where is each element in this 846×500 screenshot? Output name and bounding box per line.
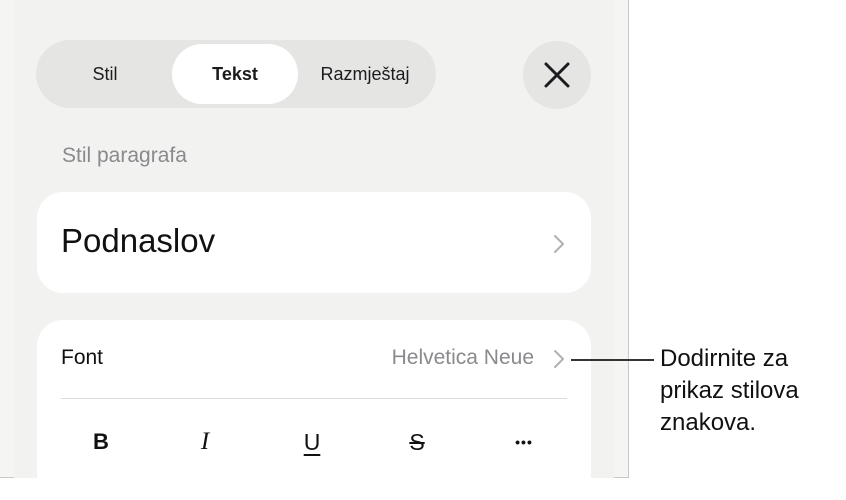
callout-text: Dodirnite za prikaz stilova znakova. bbox=[660, 343, 846, 439]
bold-icon: B bbox=[93, 429, 109, 454]
bold-button[interactable]: B bbox=[81, 424, 121, 460]
font-chevron-right-icon bbox=[554, 350, 564, 368]
italic-button[interactable]: I bbox=[185, 424, 225, 460]
font-value: Helvetica Neue bbox=[391, 346, 534, 369]
tab-style-label: Stil bbox=[92, 63, 118, 84]
close-icon bbox=[544, 62, 570, 88]
tab-style[interactable]: Stil bbox=[40, 44, 170, 104]
underline-icon: U bbox=[303, 428, 321, 455]
underline-button[interactable]: U bbox=[292, 424, 332, 460]
tab-text[interactable]: Tekst bbox=[172, 44, 298, 104]
font-row[interactable]: Font Helvetica Neue bbox=[37, 320, 591, 400]
tab-arrange-label: Razmještaj bbox=[320, 63, 410, 84]
italic-icon: I bbox=[200, 428, 210, 455]
paragraph-style-value: Podnaslov bbox=[61, 222, 216, 259]
close-button[interactable] bbox=[523, 41, 591, 109]
strikethrough-button[interactable]: S bbox=[397, 424, 437, 460]
paragraph-style-label: Stil paragrafa bbox=[62, 144, 187, 167]
tab-arrange[interactable]: Razmještaj bbox=[298, 44, 432, 104]
callout-line-2: prikaz stilova bbox=[660, 377, 799, 404]
font-card: Font Helvetica Neue B I U S ••• bbox=[37, 320, 591, 500]
strikethrough-icon: S bbox=[409, 428, 425, 455]
callout-leader-line bbox=[571, 359, 654, 361]
callout-line-1: Dodirnite za bbox=[660, 345, 789, 372]
more-icon: ••• bbox=[515, 434, 533, 450]
tab-text-label: Tekst bbox=[212, 63, 258, 84]
font-label: Font bbox=[61, 346, 104, 369]
more-button[interactable]: ••• bbox=[504, 424, 544, 460]
format-panel: Stil Tekst Razmještaj Stil paragrafa Pod… bbox=[0, 0, 629, 500]
callout-line-3: znakova. bbox=[660, 409, 757, 436]
font-divider bbox=[61, 398, 567, 399]
chevron-right-icon bbox=[554, 235, 564, 253]
paragraph-style-row[interactable]: Podnaslov bbox=[37, 192, 591, 293]
format-tabs: Stil Tekst Razmještaj bbox=[36, 40, 436, 108]
